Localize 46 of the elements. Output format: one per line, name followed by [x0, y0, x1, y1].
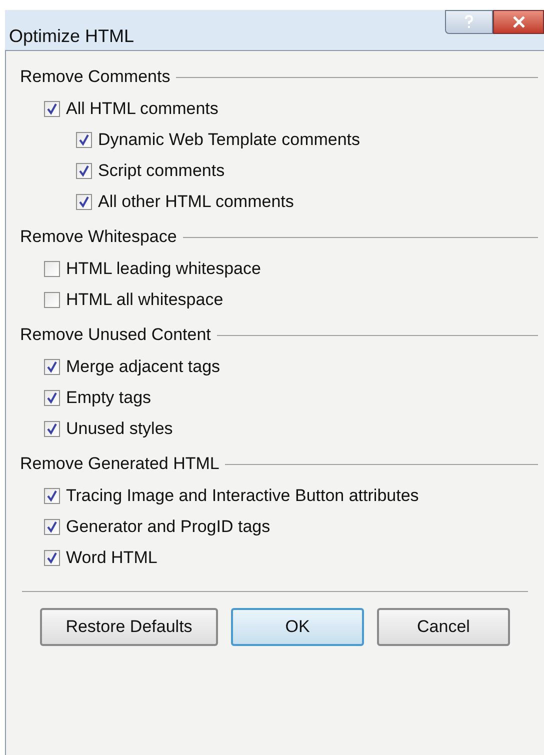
- option-label: Dynamic Web Template comments: [98, 128, 360, 151]
- checkbox[interactable]: [44, 100, 60, 116]
- checkmark-icon: [78, 196, 90, 208]
- checkmark-icon: [46, 422, 58, 434]
- option-label: Generator and ProgID tags: [66, 516, 270, 538]
- checkmark-icon: [46, 102, 58, 114]
- checkbox[interactable]: [76, 162, 92, 178]
- checkbox[interactable]: [44, 390, 60, 406]
- checkbox[interactable]: [44, 292, 60, 308]
- checkmark-icon: [78, 164, 90, 176]
- help-icon: [464, 15, 474, 29]
- checkmark-icon: [46, 360, 58, 372]
- section-heading: Remove Whitespace: [20, 226, 177, 248]
- checkbox[interactable]: [44, 550, 60, 566]
- window-title: Optimize HTML: [8, 25, 134, 48]
- section-heading: Remove Comments: [20, 66, 170, 88]
- option-label: All other HTML comments: [98, 190, 294, 213]
- checkmark-icon: [46, 490, 58, 502]
- section-heading: Remove Generated HTML: [20, 453, 220, 476]
- checkmark-icon: [46, 392, 58, 404]
- checkbox[interactable]: [44, 358, 60, 374]
- checkbox[interactable]: [76, 132, 92, 148]
- option-label: Unused styles: [66, 418, 173, 440]
- checkmark-icon: [46, 520, 58, 532]
- checkbox[interactable]: [44, 420, 60, 436]
- checkbox[interactable]: [44, 488, 60, 504]
- close-button[interactable]: [493, 10, 544, 34]
- option-label: Empty tags: [66, 386, 152, 409]
- dialog-button[interactable]: Restore Defaults: [40, 608, 218, 646]
- checkbox[interactable]: [44, 260, 60, 276]
- section-heading: Remove Unused Content: [20, 324, 211, 346]
- dialog-button[interactable]: Cancel: [377, 608, 510, 646]
- option-label: All HTML comments: [66, 98, 218, 120]
- option-label: Word HTML: [66, 546, 158, 569]
- option-label: Tracing Image and Interactive Button attributes: [66, 484, 419, 507]
- checkmark-icon: [78, 134, 90, 146]
- dialog-button[interactable]: OK: [231, 608, 364, 646]
- help-button[interactable]: [445, 10, 493, 34]
- option-label: HTML all whitespace: [66, 288, 224, 311]
- close-icon: [512, 16, 526, 28]
- option-label: Merge adjacent tags: [66, 356, 220, 378]
- option-label: HTML leading whitespace: [66, 258, 261, 280]
- checkbox[interactable]: [44, 518, 60, 534]
- checkbox[interactable]: [76, 194, 92, 210]
- checkmark-icon: [46, 552, 58, 564]
- option-label: Script comments: [98, 160, 225, 182]
